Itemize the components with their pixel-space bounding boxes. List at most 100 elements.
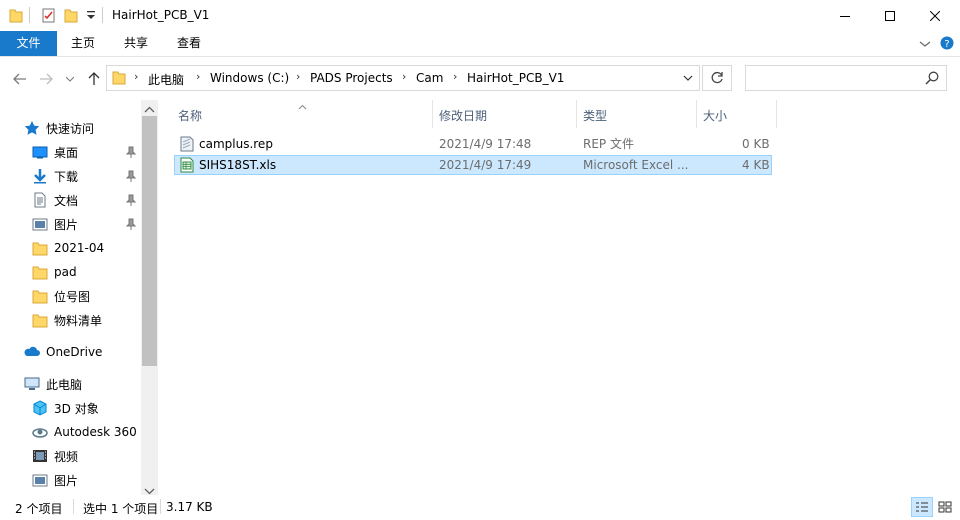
maximize-button[interactable] — [867, 0, 913, 31]
tab-view[interactable]: 查看 — [166, 31, 212, 56]
download-icon — [32, 168, 48, 184]
column-header-size[interactable]: 大小 — [703, 104, 727, 128]
nav-item-videos[interactable]: 视频 — [0, 445, 140, 467]
column-header-date[interactable]: 修改日期 — [439, 104, 487, 128]
pictures-icon — [32, 472, 48, 488]
nav-item-autodesk-360[interactable]: Autodesk 360 — [0, 421, 140, 443]
nav-quick-access[interactable]: 快速访问 — [0, 117, 140, 139]
nav-label: 2021-04 — [54, 241, 105, 255]
details-view-icon — [916, 502, 928, 512]
nav-label: 下载 — [54, 169, 79, 184]
file-date: 2021/4/9 17:49 — [439, 158, 532, 172]
recent-locations-button[interactable] — [61, 68, 79, 90]
large-icons-view-icon — [938, 501, 952, 513]
file-row-selected[interactable]: SIHS18ST.xls 2021/4/9 17:49 Microsoft Ex… — [174, 155, 772, 175]
properties-icon[interactable] — [42, 7, 56, 26]
nav-this-pc[interactable]: 此电脑 — [0, 373, 140, 395]
svg-text:?: ? — [944, 39, 949, 50]
refresh-icon — [711, 71, 723, 84]
column-header-type[interactable]: 类型 — [583, 104, 607, 128]
navigation-pane: 快速访问 桌面 下载 文档 图片 2021-04 pad 位号图 物料清单 On… — [0, 100, 156, 495]
new-folder-icon[interactable] — [64, 7, 78, 26]
nav-label: 物料清单 — [54, 313, 103, 328]
expand-ribbon-icon[interactable] — [919, 38, 931, 52]
nav-item-bom[interactable]: 物料清单 — [0, 309, 140, 331]
video-icon — [32, 448, 48, 464]
text-file-icon — [180, 136, 194, 155]
column-divider[interactable] — [432, 100, 433, 128]
column-header-name[interactable]: 名称 — [178, 104, 202, 128]
file-name: camplus.rep — [199, 137, 273, 151]
breadcrumb-pads-projects[interactable]: PADS Projects — [310, 71, 393, 85]
computer-icon — [24, 376, 40, 392]
nav-item-2021-04[interactable]: 2021-04 — [0, 237, 140, 259]
nav-item-desktop[interactable]: 桌面 — [0, 141, 140, 163]
breadcrumb-this-pc[interactable]: 此电脑 — [148, 71, 184, 88]
nav-item-pad[interactable]: pad — [0, 261, 140, 283]
search-input[interactable] — [745, 65, 947, 91]
tab-share[interactable]: 共享 — [113, 31, 159, 56]
file-size: 0 KB — [742, 137, 770, 151]
breadcrumb-separator: › — [296, 70, 301, 83]
cloud-icon — [24, 344, 40, 360]
tab-home[interactable]: 主页 — [60, 31, 106, 56]
nav-item-reference-map[interactable]: 位号图 — [0, 285, 140, 307]
window-title: HairHot_PCB_V1 — [112, 8, 210, 22]
status-divider — [160, 499, 161, 514]
address-dropdown-button[interactable] — [676, 65, 699, 91]
nav-label: 桌面 — [54, 145, 79, 160]
details-view-button[interactable] — [911, 497, 933, 517]
nav-label: 图片 — [54, 473, 79, 488]
pin-icon[interactable] — [125, 194, 137, 209]
autodesk-icon — [32, 424, 48, 440]
3d-objects-icon — [32, 400, 48, 416]
toolbar-divider — [29, 7, 30, 23]
customize-toolbar-icon[interactable] — [86, 9, 96, 24]
breadcrumb-hairhot[interactable]: HairHot_PCB_V1 — [467, 71, 564, 85]
close-button[interactable] — [912, 0, 958, 31]
file-type: Microsoft Excel ... — [583, 158, 689, 172]
file-row[interactable]: camplus.rep 2021/4/9 17:48 REP 文件 0 KB — [174, 134, 772, 154]
folder-icon — [32, 264, 48, 280]
help-icon[interactable]: ? — [940, 36, 954, 53]
forward-button[interactable] — [35, 68, 57, 90]
search-icon[interactable] — [925, 71, 939, 88]
scroll-up-icon[interactable] — [144, 103, 155, 117]
folder-icon — [32, 312, 48, 328]
column-divider[interactable] — [776, 100, 777, 128]
breadcrumb-separator: › — [134, 70, 139, 83]
nav-item-pc-pictures[interactable]: 图片 — [0, 469, 140, 491]
status-divider — [73, 499, 74, 514]
star-icon — [24, 120, 40, 136]
nav-item-3d-objects[interactable]: 3D 对象 — [0, 397, 140, 419]
nav-item-pictures[interactable]: 图片 — [0, 213, 140, 235]
nav-label: 3D 对象 — [54, 401, 99, 416]
pin-icon[interactable] — [125, 170, 137, 185]
large-icons-view-button[interactable] — [934, 497, 956, 517]
breadcrumb-cam[interactable]: Cam — [416, 71, 443, 85]
column-divider[interactable] — [696, 100, 697, 128]
tab-file[interactable]: 文件 — [0, 31, 57, 56]
nav-label: 文档 — [54, 193, 79, 208]
nav-label: 图片 — [54, 217, 79, 232]
pin-icon[interactable] — [125, 146, 137, 161]
nav-onedrive[interactable]: OneDrive — [0, 341, 140, 363]
nav-item-downloads[interactable]: 下载 — [0, 165, 140, 187]
document-icon — [32, 192, 48, 208]
minimize-button[interactable] — [822, 0, 868, 31]
refresh-button[interactable] — [702, 65, 732, 91]
nav-item-documents[interactable]: 文档 — [0, 189, 140, 211]
pin-icon[interactable] — [125, 218, 137, 233]
status-item-count: 2 个项目 — [15, 502, 63, 516]
nav-label: 此电脑 — [46, 377, 83, 392]
back-button[interactable] — [9, 68, 31, 90]
breadcrumb-windows-c[interactable]: Windows (C:) — [210, 71, 289, 85]
breadcrumb-separator: › — [402, 70, 407, 83]
nav-label: 快速访问 — [46, 121, 95, 136]
up-button[interactable] — [83, 68, 105, 90]
nav-label: 视频 — [54, 449, 79, 464]
column-divider[interactable] — [576, 100, 577, 128]
scrollbar-thumb[interactable] — [142, 116, 157, 366]
desktop-icon — [32, 144, 48, 160]
breadcrumb-separator: › — [196, 70, 201, 83]
